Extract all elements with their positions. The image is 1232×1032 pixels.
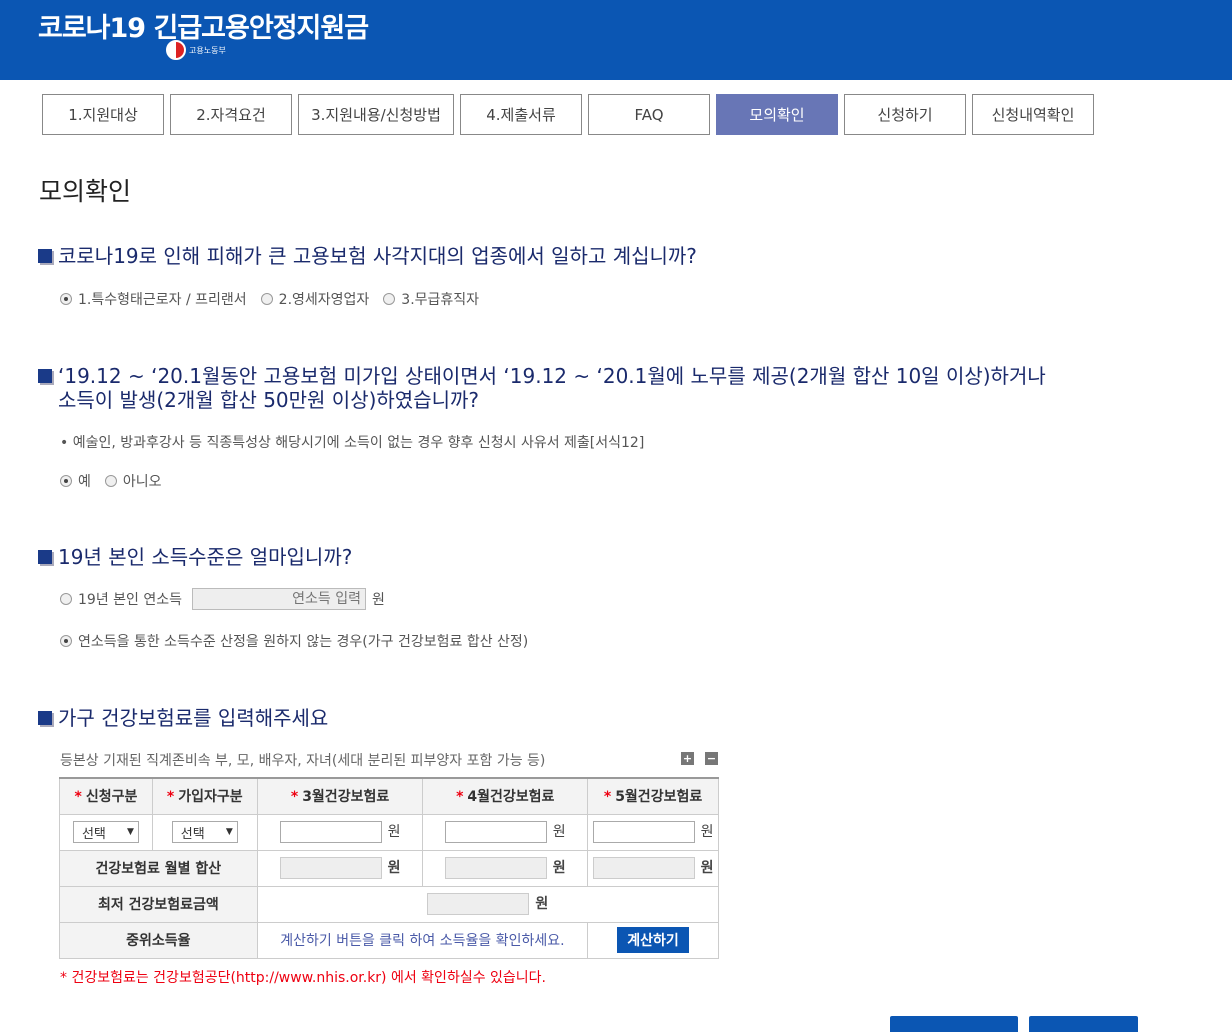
option-label: 2.영세자영업자 xyxy=(278,292,370,308)
april-premium-input[interactable] xyxy=(444,821,547,843)
radio-unchecked-icon[interactable] xyxy=(60,593,72,605)
radio-unchecked-icon[interactable] xyxy=(383,293,396,305)
option-label: 연소득을 통한 소득수준 산정을 원하지 않는 경우(가구 건강보험료 합산 산… xyxy=(78,634,529,650)
ministry-name: 고용노동부 xyxy=(189,45,226,55)
question-3-title: 19년 본인 소득수준은 얼마입니까? xyxy=(38,545,352,569)
subscriber-type-select[interactable]: 선택 ▼ xyxy=(171,821,238,843)
square-bullet-icon xyxy=(38,249,52,263)
dot-bullet-icon: • xyxy=(60,435,73,451)
bottom-action-button-2[interactable] xyxy=(1029,1016,1138,1032)
question-1-title: 코로나19로 인해 피해가 큰 고용보험 사각지대의 업종에서 일하고 계십니까… xyxy=(38,244,697,268)
unit-won: 원 xyxy=(387,824,401,840)
square-bullet-icon xyxy=(38,369,52,383)
radio-unchecked-icon[interactable] xyxy=(260,293,273,305)
header-april-premium: * 4월건강보험료 xyxy=(422,777,589,815)
radio-q1-option-3[interactable]: 3.무급휴직자 xyxy=(383,289,479,309)
note-text: 예술인, 방과후강사 등 직종특성상 해당시기에 소득이 없는 경우 향후 신청… xyxy=(72,435,645,451)
option-label: 3.무급휴직자 xyxy=(401,292,480,308)
median-income-label: 중위소득율 xyxy=(59,921,258,959)
radio-unchecked-icon[interactable] xyxy=(104,475,117,487)
add-row-icon[interactable]: + xyxy=(681,752,694,765)
question-1-text: 코로나19로 인해 피해가 큰 고용보험 사각지대의 업종에서 일하고 계십니까… xyxy=(58,244,697,268)
dropdown-arrow-icon: ▼ xyxy=(127,827,134,837)
radio-q1-option-2[interactable]: 2.영세자영업자 xyxy=(260,289,370,309)
question-2-note: • 예술인, 방과후강사 등 직종특성상 해당시기에 소득이 없는 경우 향후 … xyxy=(60,432,644,452)
site-header: 코로나19 긴급고용안정지원금 고용노동부 xyxy=(0,0,1232,80)
footnote: * 건강보험료는 건강보험공단(http://www.nhis.or.kr) 에… xyxy=(60,970,546,986)
radio-q3-health-insurance[interactable]: 연소득을 통한 소득수준 산정을 원하지 않는 경우(가구 건강보험료 합산 산… xyxy=(60,631,528,651)
calculate-button[interactable]: 계산하기 xyxy=(617,927,689,953)
radio-checked-icon[interactable] xyxy=(60,635,72,647)
unit-won: 원 xyxy=(535,896,549,912)
question-1-options: 1.특수형태근로자 / 프리랜서 2.영세자영업자 3.무급휴직자 xyxy=(60,289,493,309)
monthly-sum-label: 건강보험료 월별 합산 xyxy=(59,849,258,887)
march-premium-input[interactable] xyxy=(279,821,382,843)
may-sum-output xyxy=(592,857,695,879)
question-2-text-line2: 소득이 발생(2개월 합산 50만원 이상)하였습니까? xyxy=(58,388,480,412)
radio-q3-annual-income[interactable]: 19년 본인 연소득 xyxy=(60,589,182,609)
calc-instruction: 계산하기 버튼을 클릭 하여 소득율을 확인하세요. xyxy=(280,933,565,949)
question-3-text: 19년 본인 소득수준은 얼마입니까? xyxy=(58,545,353,569)
table-input-row: 선택 ▼ 선택 ▼ 원 원 원 xyxy=(59,813,719,851)
question-4-text: 가구 건강보험료를 입력해주세요 xyxy=(58,706,329,730)
option-label: 아니오 xyxy=(122,474,162,490)
unit-won: 원 xyxy=(700,860,714,876)
radio-q1-option-1[interactable]: 1.특수형태근로자 / 프리랜서 xyxy=(60,289,247,309)
unit-won: 원 xyxy=(387,860,401,876)
square-bullet-icon xyxy=(38,550,52,564)
header-march-premium: * 3월건강보험료 xyxy=(256,777,424,815)
page-title: 모의확인 xyxy=(39,177,132,206)
tab-faq[interactable]: FAQ xyxy=(588,94,710,135)
option-label: 19년 본인 연소득 xyxy=(78,592,182,608)
header-subscriber-type: * 가입자구분 xyxy=(151,777,258,815)
option-label: 예 xyxy=(78,474,91,490)
dropdown-arrow-icon: ▼ xyxy=(225,827,233,837)
question-2-options: 예 아니오 xyxy=(60,471,176,491)
header-may-premium: * 5월건강보험료 xyxy=(587,777,719,815)
table-min-row: 최저 건강보험료금액 원 xyxy=(59,885,720,923)
question-3-option-2-row: 연소득을 통한 소득수준 산정을 원하지 않는 경우(가구 건강보험료 합산 산… xyxy=(60,631,542,651)
march-sum-output xyxy=(279,857,382,879)
radio-checked-icon[interactable] xyxy=(60,475,72,487)
tab-apply[interactable]: 신청하기 xyxy=(844,94,966,135)
radio-checked-icon[interactable] xyxy=(60,293,72,305)
unit-won: 원 xyxy=(552,860,566,876)
min-premium-output xyxy=(427,893,530,915)
option-label: 1.특수형태근로자 / 프리랜서 xyxy=(78,292,247,308)
tab-mock-check[interactable]: 모의확인 xyxy=(716,94,838,135)
question-4-title: 가구 건강보험료를 입력해주세요 xyxy=(38,706,328,730)
unit-won: 원 xyxy=(700,824,714,840)
radio-q2-no[interactable]: 아니오 xyxy=(104,471,162,491)
min-premium-label: 최저 건강보험료금액 xyxy=(59,885,258,923)
main-tabs: 1.지원대상 2.자격요건 3.지원내용/신청방법 4.제출서류 FAQ 모의확… xyxy=(42,94,1094,135)
header-application-type: * 신청구분 xyxy=(59,777,153,815)
table-median-row: 중위소득율 계산하기 버튼을 클릭 하여 소득율을 확인하세요. 계산하기 xyxy=(59,921,719,959)
annual-income-input[interactable] xyxy=(192,588,366,610)
table-caption: 등본상 기재된 직계존비속 부, 모, 배우자, 자녀(세대 분리된 피부양자 … xyxy=(60,753,546,769)
tab-application-history[interactable]: 신청내역확인 xyxy=(972,94,1094,135)
table-header-row: * 신청구분 * 가입자구분 * 3월건강보험료 * 4월건강보험료 * 5월건강보험료 xyxy=(59,777,719,815)
health-insurance-table: * 신청구분 * 가입자구분 * 3월건강보험료 * 4월건강보험료 * 5월건강보험료 … xyxy=(59,777,720,959)
question-2-text-line1: ‘19.12 ~ ‘20.1월동안 고용보험 미가입 상태이면서 ‘19.12 … xyxy=(58,364,1046,388)
may-premium-input[interactable] xyxy=(592,821,695,843)
square-bullet-icon xyxy=(38,711,52,725)
tab-documents[interactable]: 4.제출서류 xyxy=(460,94,582,135)
unit-won: 원 xyxy=(372,592,385,608)
remove-row-icon[interactable]: − xyxy=(705,752,718,765)
tab-support-content[interactable]: 3.지원내용/신청방법 xyxy=(298,94,454,135)
government-emblem-icon xyxy=(166,40,186,60)
bottom-action-button-1[interactable] xyxy=(890,1016,1018,1032)
application-type-select[interactable]: 선택 ▼ xyxy=(72,821,139,843)
tab-support-target[interactable]: 1.지원대상 xyxy=(42,94,164,135)
question-3-option-1-row: 19년 본인 연소득 원 xyxy=(60,588,385,610)
question-2-title: ‘19.12 ~ ‘20.1월동안 고용보험 미가입 상태이면서 ‘19.12 … xyxy=(38,364,1046,412)
ministry-logo: 고용노동부 xyxy=(166,40,226,60)
unit-won: 원 xyxy=(552,824,566,840)
table-sum-row: 건강보험료 월별 합산 원 원 원 xyxy=(59,849,719,887)
april-sum-output xyxy=(444,857,547,879)
tab-eligibility[interactable]: 2.자격요건 xyxy=(170,94,292,135)
radio-q2-yes[interactable]: 예 xyxy=(60,471,91,491)
